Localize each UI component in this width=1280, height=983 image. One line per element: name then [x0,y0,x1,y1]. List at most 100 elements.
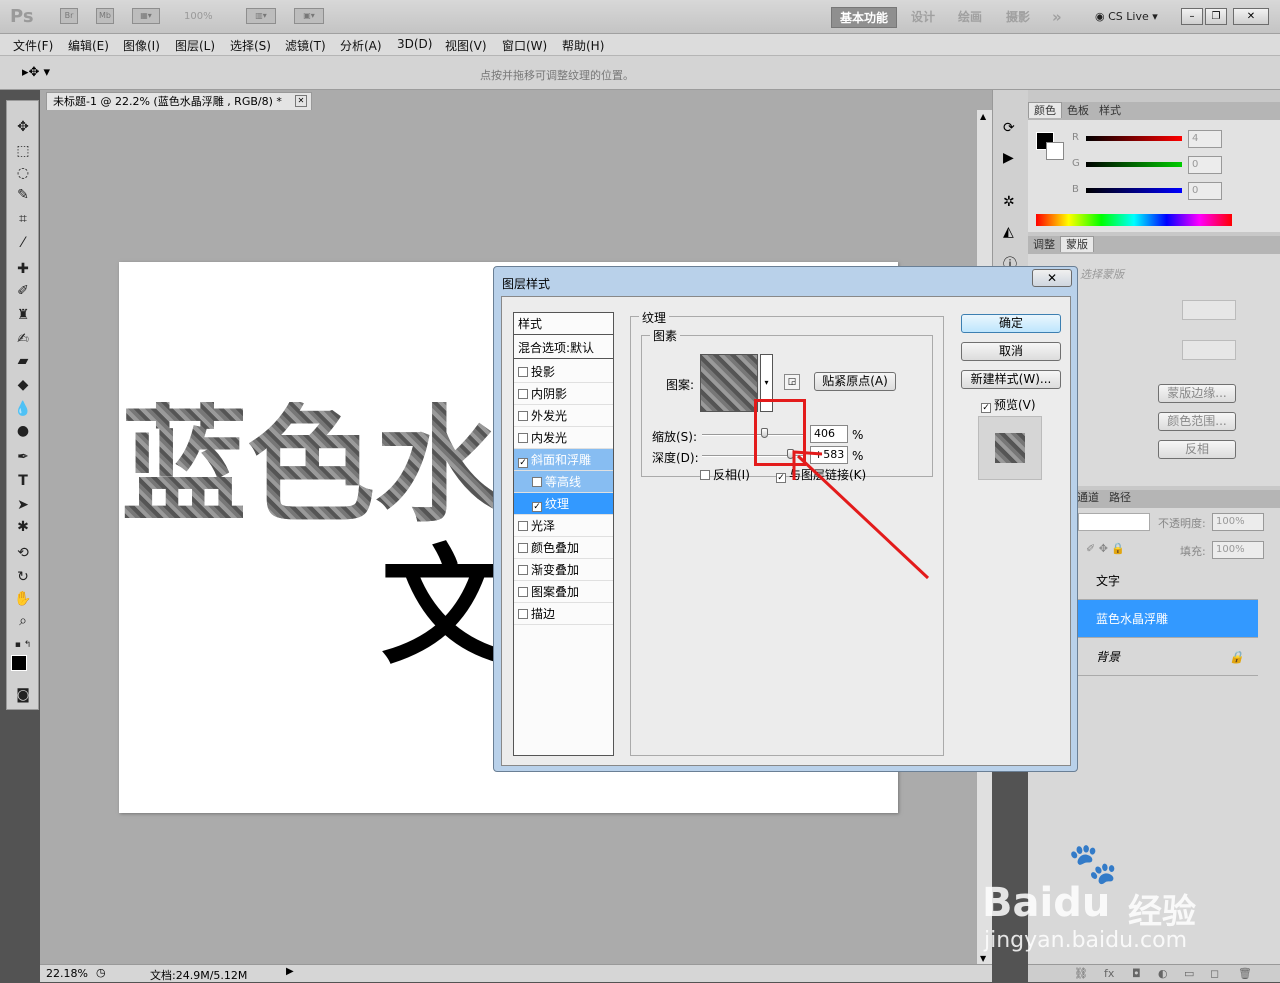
green-value[interactable]: 0 [1188,156,1222,174]
move-tool-preset-icon[interactable]: ▸✥ ▾ [22,65,50,80]
pattern-swatch[interactable] [700,354,758,412]
paint-bucket-tool-icon[interactable]: ◆ [13,375,33,395]
checkbox-checked[interactable]: ✓ [518,458,528,468]
lock-icons[interactable]: ✐ ✥ 🔒 [1086,542,1125,555]
menu-window[interactable]: 窗口(W) [502,37,547,54]
zoom-tool-icon[interactable]: ⌕ [13,611,33,631]
cancel-button[interactable]: 取消 [961,342,1061,361]
status-menu-arrow-icon[interactable]: ▶ [286,966,294,977]
minimize-button[interactable]: – [1181,8,1203,25]
pen-tool-icon[interactable]: ✒ [13,447,33,467]
mini-bridge-button[interactable]: Mb [96,8,114,24]
histogram-panel-icon[interactable]: ◭ [1003,224,1014,240]
layer-row[interactable]: 背景 🔒 [1076,638,1258,676]
snap-to-origin-button[interactable]: 贴紧原点(A) [814,372,896,391]
shape-tool-icon[interactable]: ✱ [13,517,33,537]
invert-mask-button[interactable]: 反相 [1158,440,1236,459]
zoom-percentage[interactable]: 22.18% [46,967,88,980]
blur-tool-icon[interactable]: 💧 [13,399,33,419]
menu-file[interactable]: 文件(F) [13,37,53,54]
tab-styles[interactable]: 样式 [1094,103,1126,119]
more-workspaces-button[interactable]: » [1044,7,1070,28]
screen-mode-button[interactable]: ▣▾ [294,8,324,24]
blue-value[interactable]: 0 [1188,182,1222,200]
eyedropper-tool-icon[interactable]: ⁄ [13,233,33,253]
checkbox[interactable] [518,411,528,421]
quick-mask-icon[interactable]: ◙ [13,685,33,705]
style-item[interactable]: 图案叠加 [514,581,613,603]
swap-colors-icon[interactable]: ▪ ↰ [13,635,33,655]
workspace-painting[interactable]: 绘画 [950,7,990,28]
crop-tool-icon[interactable]: ⌗ [13,209,33,229]
red-value[interactable]: 4 [1188,130,1222,148]
blending-options-item[interactable]: 混合选项:默认 [514,337,613,359]
style-item[interactable]: 投影 [514,361,613,383]
3d-orbit-tool-icon[interactable]: ↻ [13,567,33,587]
red-slider[interactable] [1086,136,1182,141]
quick-select-tool-icon[interactable]: ✎ [13,185,33,205]
background-swatch[interactable] [1046,142,1064,160]
style-item[interactable]: 光泽 [514,515,613,537]
history-panel-icon[interactable]: ⟳ [1003,120,1015,136]
menu-edit[interactable]: 编辑(E) [68,37,109,54]
bridge-button[interactable]: Br [60,8,78,24]
styles-header[interactable]: 样式 [514,313,613,335]
3d-rotate-tool-icon[interactable]: ⟲ [13,543,33,563]
tab-masks[interactable]: 蒙版 [1060,236,1094,252]
hand-tool-icon[interactable]: ✋ [13,589,33,609]
checkbox[interactable] [518,367,528,377]
menu-help[interactable]: 帮助(H) [562,37,604,54]
close-document-icon[interactable]: ✕ [295,95,307,107]
brush-tool-icon[interactable]: ✐ [13,281,33,301]
eraser-tool-icon[interactable]: ▰ [13,351,33,371]
style-item[interactable]: 等高线 [514,471,613,493]
checkbox[interactable] [532,477,542,487]
path-select-tool-icon[interactable]: ➤ [13,495,33,515]
history-brush-tool-icon[interactable]: ✍ [13,329,33,349]
menu-analysis[interactable]: 分析(A) [340,37,382,54]
density-field[interactable] [1182,300,1236,320]
tab-adjustments[interactable]: 调整 [1028,237,1060,253]
foreground-color-swatch[interactable] [11,655,27,671]
menu-image[interactable]: 图像(I) [123,37,160,54]
layer-row-selected[interactable]: 蓝色水晶浮雕 [1076,600,1258,638]
green-slider[interactable] [1086,162,1182,167]
zoom-level-dropdown[interactable]: 100% [184,11,213,22]
marquee-tool-icon[interactable]: ⬚ [13,141,33,161]
menu-filter[interactable]: 滤镜(T) [285,37,326,54]
view-extras-button[interactable]: ▦▾ [132,8,160,24]
mask-edge-button[interactable]: 蒙版边缘... [1158,384,1236,403]
actions-panel-icon[interactable]: ▶ [1003,150,1014,166]
style-item[interactable]: ✓ 纹理 [514,493,613,515]
style-item[interactable]: 颜色叠加 [514,537,613,559]
blend-mode-select[interactable] [1078,513,1150,531]
style-item[interactable]: 渐变叠加 [514,559,613,581]
checkbox-checked[interactable]: ✓ [532,502,542,512]
lasso-tool-icon[interactable]: ◌ [13,163,33,183]
style-item[interactable]: 外发光 [514,405,613,427]
color-range-button[interactable]: 颜色范围... [1158,412,1236,431]
dialog-close-button[interactable]: ✕ [1032,269,1072,287]
style-item[interactable]: 描边 [514,603,613,625]
document-tab[interactable]: 未标题-1 @ 22.2% (蓝色水晶浮雕 , RGB/8) * ✕ [46,92,312,110]
checkbox[interactable] [518,565,528,575]
cs-live-button[interactable]: ◉ CS Live ▾ [1095,10,1158,23]
tab-color[interactable]: 颜色 [1028,102,1062,118]
new-style-button[interactable]: 新建样式(W)... [961,370,1061,389]
fill-field[interactable]: 100% [1212,541,1264,559]
menu-3d[interactable]: 3D(D) [397,37,432,51]
checkbox[interactable] [518,521,528,531]
opacity-field[interactable]: 100% [1212,513,1264,531]
clone-stamp-tool-icon[interactable]: ♜ [13,305,33,325]
preview-checkbox[interactable]: ✓ 预览(V) [981,396,1036,413]
checkbox[interactable] [518,433,528,443]
arrange-documents-button[interactable]: ▥▾ [246,8,276,24]
workspace-design[interactable]: 设计 [903,7,943,28]
feather-field[interactable] [1182,340,1236,360]
menu-layer[interactable]: 图层(L) [175,37,215,54]
tab-paths[interactable]: 路径 [1104,490,1136,506]
dodge-tool-icon[interactable]: ● [13,421,33,441]
checkbox[interactable] [518,587,528,597]
move-tool-icon[interactable]: ✥ [13,117,33,137]
checkbox[interactable] [518,543,528,553]
